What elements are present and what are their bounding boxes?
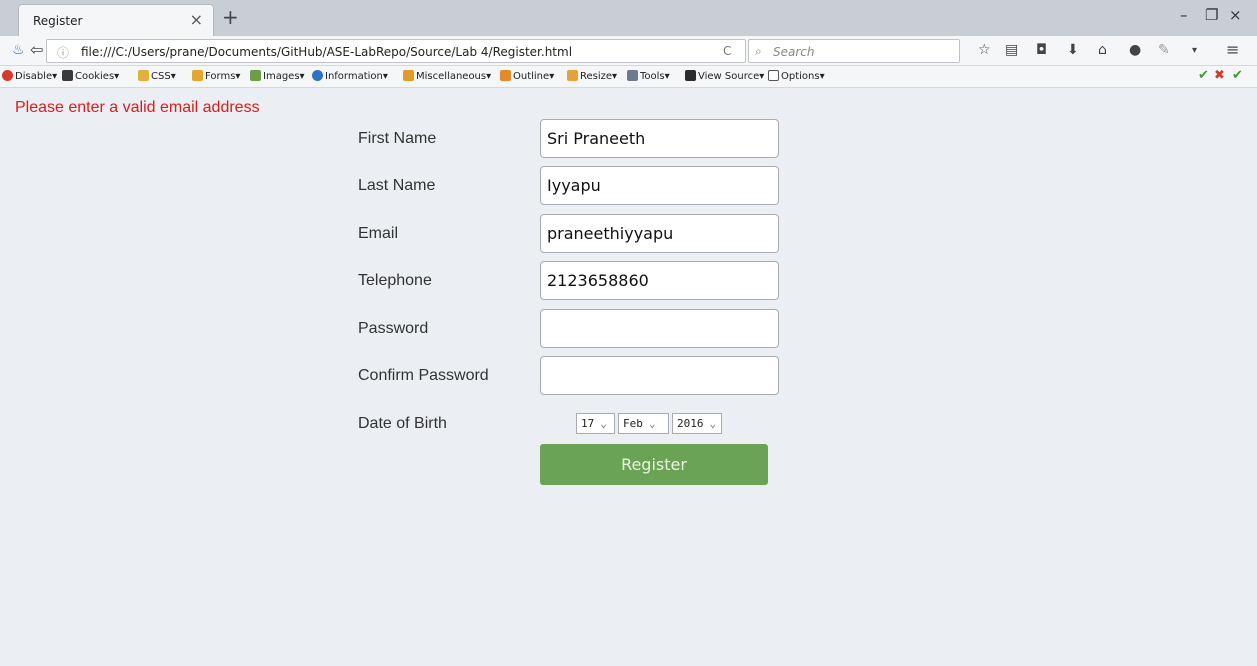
chat-icon[interactable]: ● <box>1129 42 1141 58</box>
dropper-icon[interactable]: ✎ <box>1158 42 1170 58</box>
search-bar[interactable]: ⌕ Search <box>748 39 960 63</box>
dev-css-menu[interactable]: CSS▾ <box>138 70 176 82</box>
dev-resize-label: Resize <box>580 71 613 82</box>
confirm-password-label: Confirm Password <box>358 367 489 384</box>
dev-disable-menu[interactable]: Disable▾ <box>2 70 57 82</box>
dob-month-select[interactable]: Feb ⌄ <box>618 413 669 434</box>
first-name-label: First Name <box>358 130 437 147</box>
dev-outline-menu[interactable]: Outline▾ <box>500 70 554 82</box>
css-icon <box>138 70 149 81</box>
tab-title: Register <box>33 14 83 28</box>
dev-css-label: CSS <box>151 71 171 82</box>
disable-icon <box>2 70 13 81</box>
dev-view-source-menu[interactable]: View Source▾ <box>685 70 764 82</box>
validation-error-icon[interactable]: ✖ <box>1214 68 1225 83</box>
reload-icon[interactable]: C <box>723 44 731 58</box>
overflow-chevron-icon[interactable]: ▾ <box>1192 45 1197 56</box>
dev-outline-label: Outline <box>513 71 550 82</box>
miscellaneous-icon <box>403 70 414 81</box>
dev-images-menu[interactable]: Images▾ <box>250 70 305 82</box>
dev-cookies-menu[interactable]: Cookies▾ <box>62 70 119 82</box>
telephone-label: Telephone <box>358 272 432 289</box>
last-name-label: Last Name <box>358 177 436 194</box>
dob-year-value: 2016 <box>677 417 704 430</box>
dev-tools-label: Tools <box>640 71 665 82</box>
hamburger-menu-icon[interactable]: ≡ <box>1226 40 1239 59</box>
dob-month-value: Feb <box>623 417 643 430</box>
chevron-down-icon: ⌄ <box>600 417 607 430</box>
dev-information-menu[interactable]: Information▾ <box>312 70 388 82</box>
resize-icon <box>567 70 578 81</box>
close-window-icon[interactable]: × <box>1229 6 1242 24</box>
minimize-icon[interactable]: – <box>1180 6 1188 24</box>
firefox-menu-icon[interactable]: ♨ <box>12 42 25 58</box>
url-bar[interactable]: ⓘ file:///C:/Users/prane/Documents/GitHu… <box>46 39 746 63</box>
dev-options-menu[interactable]: Options▾ <box>768 70 825 82</box>
dob-day-value: 17 <box>581 417 595 430</box>
restore-icon[interactable]: ❐ <box>1205 6 1218 24</box>
cookies-icon <box>62 70 73 81</box>
dev-view-source-label: View Source <box>698 71 760 82</box>
dev-tools-menu[interactable]: Tools▾ <box>627 70 670 82</box>
information-icon <box>312 70 323 81</box>
forms-icon <box>192 70 203 81</box>
email-label: Email <box>358 225 399 242</box>
back-icon[interactable]: ⇦ <box>30 40 43 59</box>
validation-ok-icon-2[interactable]: ✔ <box>1232 68 1243 83</box>
outline-icon <box>500 70 511 81</box>
email-field[interactable]: praneethiyyapu <box>540 214 779 253</box>
dev-resize-menu[interactable]: Resize▾ <box>567 70 617 82</box>
password-field[interactable] <box>540 309 779 348</box>
web-developer-toolbar: Disable▾ Cookies▾ CSS▾ Forms▾ Images▾ In… <box>0 66 1257 88</box>
dev-information-label: Information <box>325 71 383 82</box>
password-label: Password <box>358 320 429 337</box>
register-button[interactable]: Register <box>540 444 768 485</box>
validation-ok-icon[interactable]: ✔ <box>1198 68 1209 83</box>
first-name-field[interactable]: Sri Praneeth <box>540 119 779 158</box>
pocket-icon[interactable]: ◘ <box>1036 42 1047 58</box>
dev-disable-label: Disable <box>15 71 53 82</box>
chevron-down-icon: ⌄ <box>709 417 717 430</box>
tab-close-icon[interactable]: × <box>190 10 203 29</box>
telephone-field[interactable]: 2123658860 <box>540 261 779 300</box>
dev-images-label: Images <box>263 71 300 82</box>
dev-miscellaneous-label: Miscellaneous <box>416 71 487 82</box>
tab-strip: Register × + – ❐ × <box>0 0 1257 36</box>
dob-day-select[interactable]: 17 ⌄ <box>576 413 615 434</box>
site-info-icon[interactable]: ⓘ <box>57 44 69 61</box>
bookmarks-list-icon[interactable]: ▤ <box>1005 42 1018 58</box>
search-placeholder[interactable]: Search <box>773 45 815 59</box>
dob-year-select[interactable]: 2016 ⌄ <box>672 413 722 434</box>
home-icon[interactable]: ⌂ <box>1098 42 1107 58</box>
dev-cookies-label: Cookies <box>75 71 115 82</box>
search-icon: ⌕ <box>755 44 762 58</box>
navigation-bar: ♨ ⇦ ⓘ file:///C:/Users/prane/Documents/G… <box>0 36 1257 66</box>
images-icon <box>250 70 261 81</box>
dev-forms-label: Forms <box>205 71 236 82</box>
tab-register[interactable]: Register × <box>18 4 214 36</box>
dev-forms-menu[interactable]: Forms▾ <box>192 70 240 82</box>
tools-icon <box>627 70 638 81</box>
error-message: Please enter a valid email address <box>15 99 260 116</box>
confirm-password-field[interactable] <box>540 356 779 395</box>
url-text[interactable]: file:///C:/Users/prane/Documents/GitHub/… <box>81 45 572 59</box>
options-icon <box>768 70 779 81</box>
downloads-icon[interactable]: ⬇ <box>1067 42 1079 58</box>
view-source-icon <box>685 70 696 81</box>
dev-options-label: Options <box>781 71 820 82</box>
dob-label: Date of Birth <box>358 415 447 432</box>
bookmark-star-icon[interactable]: ☆ <box>978 42 991 58</box>
chevron-down-icon: ⌄ <box>648 417 656 430</box>
last-name-field[interactable]: Iyyapu <box>540 166 779 205</box>
dev-miscellaneous-menu[interactable]: Miscellaneous▾ <box>403 70 491 82</box>
new-tab-button[interactable]: + <box>222 5 239 29</box>
